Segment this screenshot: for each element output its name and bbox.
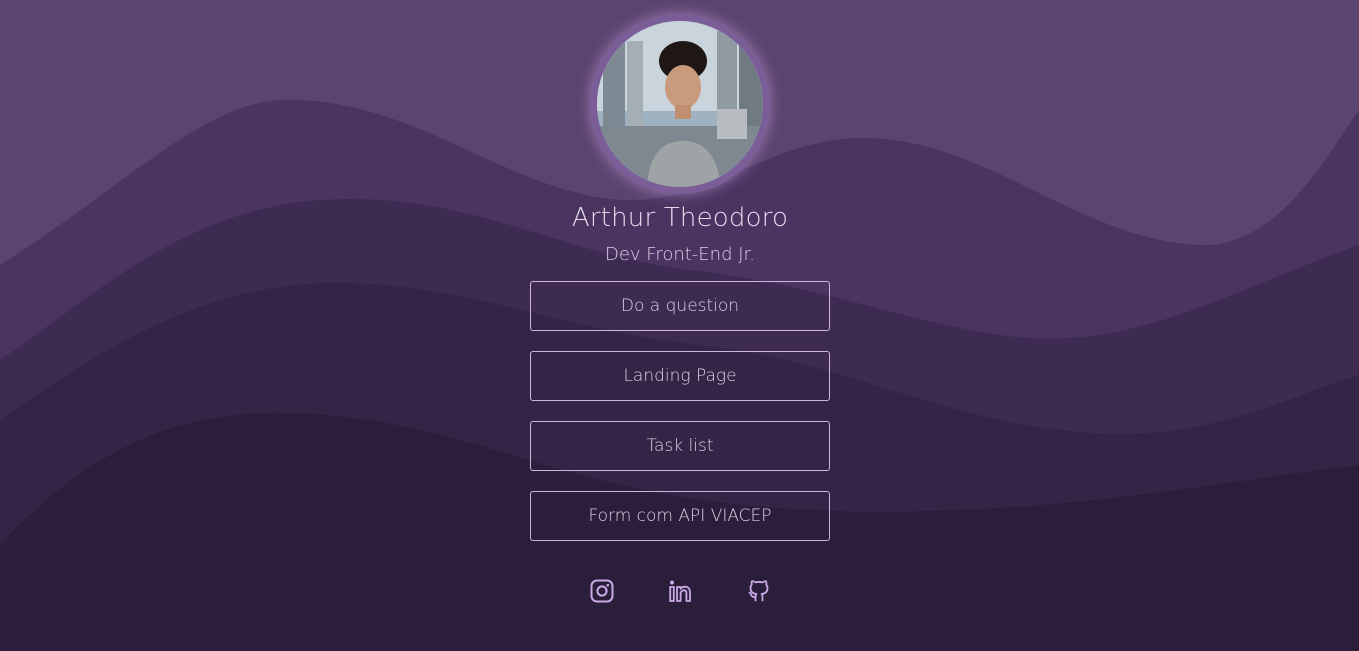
- profile-name: Arthur Theodoro: [571, 203, 789, 233]
- linkedin-icon: [669, 580, 691, 602]
- avatar-frame: [590, 14, 770, 194]
- form-api-viacep-button[interactable]: Form com API VIACEP: [530, 491, 830, 541]
- landing-page-button[interactable]: Landing Page: [530, 351, 830, 401]
- linkedin-link[interactable]: [666, 577, 694, 605]
- task-list-button[interactable]: Task list: [530, 421, 830, 471]
- instagram-link[interactable]: [588, 577, 616, 605]
- do-a-question-button[interactable]: Do a question: [530, 281, 830, 331]
- github-link[interactable]: [745, 577, 773, 605]
- instagram-icon: [590, 579, 614, 603]
- avatar: [597, 21, 763, 187]
- github-icon: [748, 580, 769, 602]
- profile-role: Dev Front-End Jr.: [604, 244, 756, 265]
